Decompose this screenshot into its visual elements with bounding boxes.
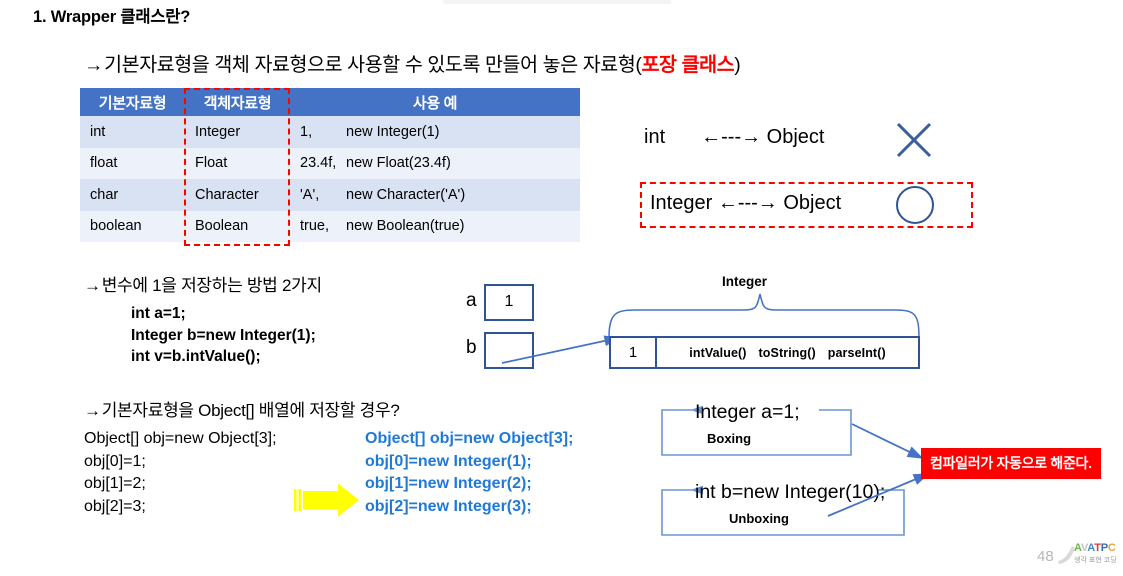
- wrapper-type-table: 기본자료형 객체자료형 사용 예 int Integer 1, new Integ…: [80, 88, 580, 242]
- cell-usage-literal: 'A',: [300, 186, 320, 203]
- logo-letter: A: [1074, 542, 1081, 554]
- code-line: obj[1]=2;: [84, 475, 146, 492]
- relation-wrapper-object: Integer ←---→ Object: [650, 192, 841, 215]
- bullet-arrow-icon: →: [84, 401, 101, 420]
- cell-primitive: boolean: [80, 210, 185, 242]
- object-method-list: intValue() toString() parseInt(): [657, 346, 918, 360]
- object-type-caption: Integer: [722, 274, 768, 289]
- cell-usage-literal: 23.4f,: [300, 155, 337, 172]
- yellow-right-arrow-icon: [294, 483, 359, 517]
- cell-usage-expr: new Integer(1): [346, 123, 440, 140]
- relation-arrow-icon: ←---→: [701, 126, 762, 148]
- table-row: float Float 23.4f, new Float(23.4f): [80, 147, 580, 179]
- cell-usage: true, new Boolean(true): [290, 210, 580, 242]
- object-brace-icon: [608, 293, 920, 339]
- lead-text-before: 기본자료형을 객체 자료형으로 사용할 수 있도록 만들어 놓은 자료형(: [104, 54, 642, 76]
- cell-primitive: char: [80, 179, 185, 211]
- page-number: 48: [1037, 548, 1054, 565]
- code-block-variable-init: int a=1; Integer b=new Integer(1); int v…: [131, 303, 316, 368]
- column-header-usage: 사용 예: [290, 88, 580, 116]
- variable-label-a: a: [466, 290, 477, 311]
- bullet-two-text: 변수에 1을 저장하는 방법 2가지: [101, 276, 322, 295]
- code-block-object-array-before: Object[] obj=new Object[3]; obj[0]=1; ob…: [84, 428, 277, 518]
- code-block-object-array-after: Object[] obj=new Object[3]; obj[0]=new I…: [365, 428, 573, 518]
- avatpc-logo: AVATPC 생각 표현 코딩: [1056, 541, 1118, 569]
- relation-left-label: Integer: [650, 192, 713, 214]
- logo-letter: P: [1100, 542, 1108, 554]
- table-row: char Character 'A', new Character('A'): [80, 179, 580, 211]
- cell-usage: 1, new Integer(1): [290, 116, 580, 148]
- cell-primitive: float: [80, 147, 185, 179]
- slide-canvas: 1. Wrapper 클래스란? →기본자료형을 객체 자료형으로 사용할 수 …: [0, 0, 1123, 576]
- table-row: int Integer 1, new Integer(1): [80, 116, 580, 148]
- logo-tagline: 생각 표현 코딩: [1074, 557, 1117, 564]
- relation-right-label: Object: [783, 192, 842, 214]
- cell-wrapper: Character: [185, 179, 290, 211]
- integer-object-box: 1 intValue() toString() parseInt(): [609, 336, 920, 369]
- cell-usage: 23.4f, new Float(23.4f): [290, 147, 580, 179]
- logo-letter: C: [1107, 542, 1116, 554]
- code-line: int v=b.intValue();: [131, 348, 261, 365]
- bullet-arrow-icon: →: [84, 54, 104, 76]
- code-line: int a=1;: [131, 305, 186, 322]
- table-row: boolean Boolean true, new Boolean(true): [80, 210, 580, 242]
- boxing-code: Integer a=1;: [695, 401, 800, 423]
- bullet-three: →기본자료형을 Object[] 배열에 저장할 경우?: [84, 396, 400, 421]
- column-header-wrapper: 객체자료형: [185, 88, 290, 116]
- lead-highlight: 포장 클래스: [641, 54, 735, 76]
- code-line: obj[0]=1;: [84, 452, 146, 470]
- relation-left-label: int: [644, 126, 666, 148]
- page-title: 1. Wrapper 클래스란?: [33, 8, 191, 26]
- code-line: obj[2]=new Integer(3);: [365, 497, 532, 515]
- cell-usage-expr: new Float(23.4f): [346, 155, 451, 172]
- bullet-two: →변수에 1을 저장하는 방법 2가지: [84, 271, 322, 296]
- table-header-row: 기본자료형 객체자료형 사용 예: [80, 88, 580, 116]
- bullet-three-text: 기본자료형을 Object[] 배열에 저장할 경우?: [101, 401, 400, 420]
- top-edge-band: [443, 0, 671, 4]
- relation-primitive-object: int ←---→ Object: [644, 126, 824, 149]
- cell-usage-expr: new Boolean(true): [346, 218, 465, 235]
- cell-usage-literal: 1,: [300, 123, 313, 140]
- x-mark-icon: [896, 122, 932, 158]
- bullet-arrow-icon: →: [84, 276, 101, 295]
- lead-text-after: ): [734, 54, 741, 76]
- cell-wrapper: Float: [185, 147, 290, 179]
- code-line: Object[] obj=new Object[3];: [84, 430, 277, 447]
- callout-badge: 컴파일러가 자동으로 해준다.: [921, 448, 1101, 479]
- lead-statement: →기본자료형을 객체 자료형으로 사용할 수 있도록 만들어 놓은 자료형(포장…: [84, 48, 741, 77]
- code-line: obj[0]=new Integer(1);: [365, 452, 532, 470]
- cell-usage: 'A', new Character('A'): [290, 179, 580, 211]
- circle-mark-icon: [896, 186, 934, 224]
- logo-wordmark: AVATPC: [1074, 542, 1116, 554]
- relation-right-label: Object: [766, 126, 825, 148]
- cell-usage-expr: new Character('A'): [346, 186, 466, 203]
- object-method: parseInt(): [827, 345, 886, 360]
- unboxing-caption: Unboxing: [729, 511, 789, 526]
- variable-box-a: 1: [484, 284, 534, 321]
- boxing-caption: Boxing: [707, 431, 752, 446]
- cell-wrapper: Boolean: [185, 210, 290, 242]
- object-method: toString(): [758, 345, 816, 360]
- cell-usage-literal: true,: [300, 218, 330, 235]
- code-line: Object[] obj=new Object[3];: [365, 430, 574, 447]
- variable-label-b: b: [466, 337, 477, 358]
- code-line: obj[1]=new Integer(2);: [365, 475, 532, 492]
- code-line: obj[2]=3;: [84, 497, 146, 515]
- relation-arrow-icon: ←---→: [717, 192, 778, 214]
- object-method: intValue(): [689, 345, 747, 360]
- code-line: Integer b=new Integer(1);: [131, 326, 316, 344]
- cell-wrapper: Integer: [185, 116, 290, 148]
- cell-primitive: int: [80, 116, 185, 148]
- object-value: 1: [611, 338, 657, 367]
- column-header-primitive: 기본자료형: [80, 88, 185, 116]
